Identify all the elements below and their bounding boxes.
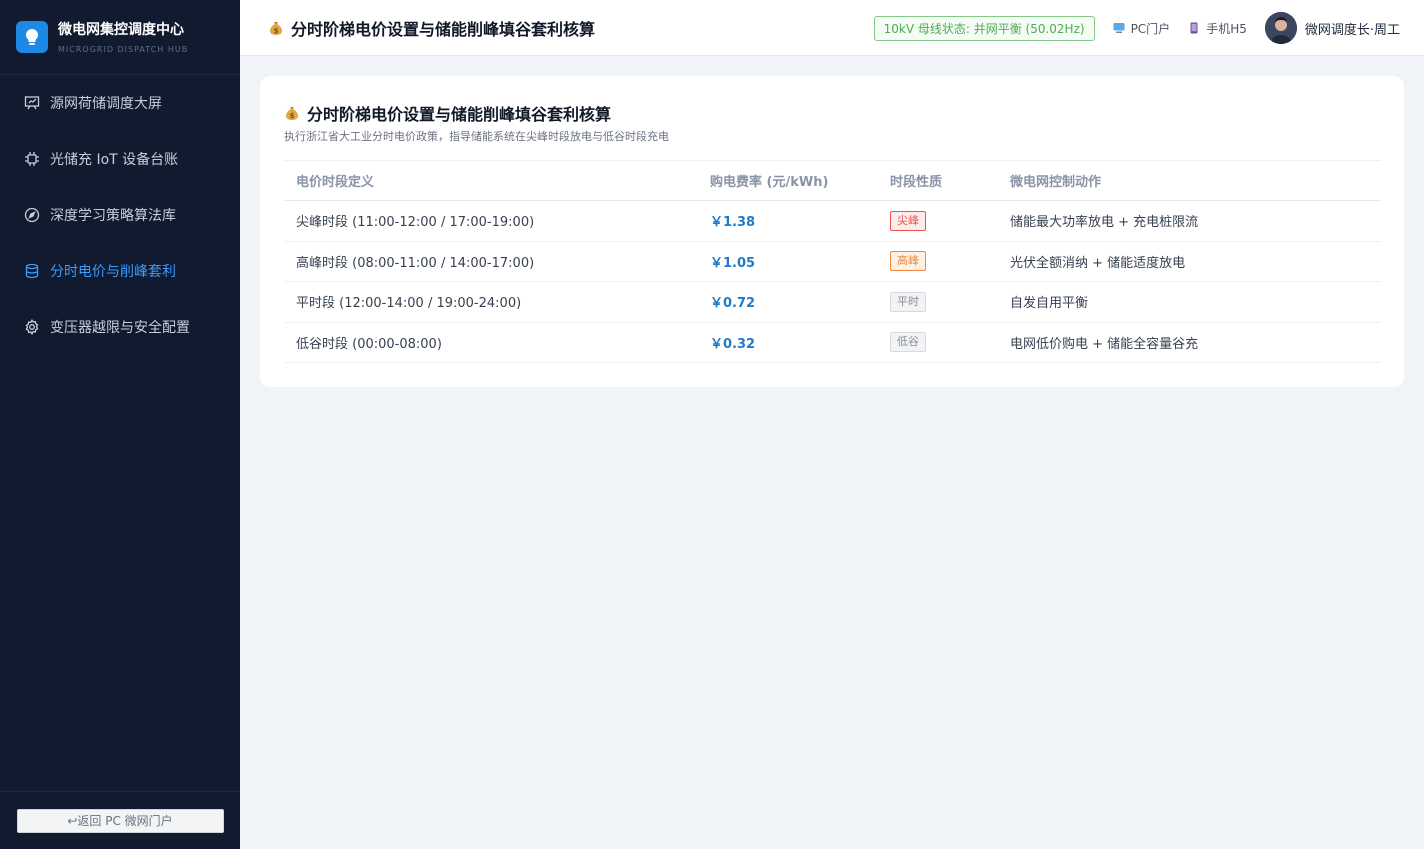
table-row: 高峰时段 (08:00-11:00 / 14:00-17:00) ￥1.05 高…: [284, 241, 1381, 282]
chip-icon: [24, 151, 40, 167]
sidebar-item-label: 变压器越限与安全配置: [50, 320, 190, 336]
action-cell: 自发自用平衡: [998, 281, 1381, 323]
presentation-board-icon: [24, 95, 40, 111]
avatar[interactable]: [1264, 12, 1297, 44]
nature-cell: 尖峰: [878, 200, 998, 242]
status-badge: 平时: [890, 291, 926, 312]
desktop-icon: [1113, 22, 1125, 34]
mobile-h5-link[interactable]: 手机H5: [1188, 20, 1247, 37]
table-header-row: 电价时段定义 购电费率 (元/kWh) 时段性质 微电网控制动作: [284, 160, 1381, 201]
column-header-price: 购电费率 (元/kWh): [698, 160, 878, 201]
column-header-period: 电价时段定义: [284, 160, 698, 201]
price-cell: ￥1.05: [698, 241, 878, 282]
brand: 微电网集控调度中心 MICROGRID DISPATCH HUB: [0, 0, 240, 75]
nature-cell: 平时: [878, 281, 998, 323]
period-cell: 高峰时段 (08:00-11:00 / 14:00-17:00): [284, 241, 698, 282]
action-cell: 光伏全额消纳 + 储能适度放电: [998, 241, 1381, 282]
bus-status-badge: 10kV 母线状态: 并网平衡 (50.02Hz): [873, 15, 1095, 41]
sidebar-item-label: 源网荷储调度大屏: [50, 96, 162, 112]
pc-portal-link[interactable]: PC门户: [1113, 20, 1171, 37]
sidebar-item-label: 分时电价与削峰套利: [50, 264, 176, 280]
action-cell: 储能最大功率放电 + 充电桩限流: [998, 200, 1381, 242]
back-to-portal-button[interactable]: ↩返回 PC 微网门户: [16, 808, 224, 833]
sidebar-item-iot-devices[interactable]: 光储充 IoT 设备台账: [0, 131, 240, 187]
status-badge: 低谷: [890, 332, 926, 353]
period-cell: 低谷时段 (00:00-08:00): [284, 322, 698, 363]
column-header-action: 微电网控制动作: [998, 160, 1381, 201]
action-cell: 电网低价购电 + 储能全容量谷充: [998, 322, 1381, 363]
user-name[interactable]: 微网调度长·周工: [1305, 19, 1400, 38]
top-header: $ 分时阶梯电价设置与储能削峰填谷套利核算 10kV 母线状态: 并网平衡 (5…: [240, 0, 1424, 56]
status-badge: 高峰: [890, 251, 926, 272]
money-bag-icon: $: [284, 105, 300, 121]
sidebar-item-label: 深度学习策略算法库: [50, 208, 176, 224]
lightbulb-icon: [16, 21, 48, 53]
mobile-h5-label: 手机H5: [1206, 21, 1247, 36]
price-cell: ￥0.32: [698, 322, 878, 363]
card-title: $ 分时阶梯电价设置与储能削峰填谷套利核算: [284, 102, 1380, 124]
brand-title: 微电网集控调度中心: [58, 21, 184, 38]
gear-icon: [24, 319, 40, 335]
card-title-text: 分时阶梯电价设置与储能削峰填谷套利核算: [307, 105, 612, 124]
sidebar-item-transformer-config[interactable]: 变压器越限与安全配置: [0, 299, 240, 355]
sidebar-item-algorithm-library[interactable]: 深度学习策略算法库: [0, 187, 240, 243]
mobile-phone-icon: [1188, 22, 1200, 34]
price-cell: ￥0.72: [698, 281, 878, 323]
period-cell: 尖峰时段 (11:00-12:00 / 17:00-19:00): [284, 200, 698, 242]
pc-portal-label: PC门户: [1130, 21, 1171, 36]
svg-text:$: $: [290, 112, 295, 120]
brand-subtitle: MICROGRID DISPATCH HUB: [58, 44, 189, 54]
period-cell: 平时段 (12:00-14:00 / 19:00-24:00): [284, 281, 698, 323]
sidebar-nav: 源网荷储调度大屏 光储充 IoT 设备台账 深度学习策略算法库 分时电价与削峰套…: [0, 75, 240, 355]
pricing-card: $ 分时阶梯电价设置与储能削峰填谷套利核算 执行浙江省大工业分时电价政策，指导储…: [260, 76, 1404, 387]
nature-cell: 低谷: [878, 322, 998, 363]
sidebar-item-label: 光储充 IoT 设备台账: [50, 152, 179, 168]
status-badge: 尖峰: [890, 210, 926, 231]
price-cell: ￥1.38: [698, 200, 878, 242]
page-title-text: 分时阶梯电价设置与储能削峰填谷套利核算: [291, 19, 596, 39]
table-row: 平时段 (12:00-14:00 / 19:00-24:00) ￥0.72 平时…: [284, 281, 1381, 323]
money-bag-icon: $: [268, 20, 284, 36]
sidebar-item-tou-pricing[interactable]: 分时电价与削峰套利: [0, 243, 240, 299]
tou-price-table: 电价时段定义 购电费率 (元/kWh) 时段性质 微电网控制动作 尖峰时段 (1…: [284, 160, 1381, 363]
sidebar-footer: ↩返回 PC 微网门户: [0, 791, 240, 849]
column-header-nature: 时段性质: [878, 160, 998, 201]
compass-icon: [24, 207, 40, 223]
page-title: $ 分时阶梯电价设置与储能削峰填谷套利核算: [268, 16, 595, 40]
table-row: 尖峰时段 (11:00-12:00 / 17:00-19:00) ￥1.38 尖…: [284, 200, 1381, 242]
card-description: 执行浙江省大工业分时电价政策，指导储能系统在尖峰时段放电与低谷时段充电: [284, 130, 669, 143]
svg-text:$: $: [274, 27, 279, 35]
nature-cell: 高峰: [878, 241, 998, 282]
database-icon: [24, 263, 40, 279]
sidebar: 微电网集控调度中心 MICROGRID DISPATCH HUB 源网荷储调度大…: [0, 0, 240, 849]
sidebar-item-dispatch-screen[interactable]: 源网荷储调度大屏: [0, 75, 240, 131]
header-right: 10kV 母线状态: 并网平衡 (50.02Hz) PC门户 手机H5 微网调度…: [873, 0, 1400, 56]
table-row: 低谷时段 (00:00-08:00) ￥0.32 低谷 电网低价购电 + 储能全…: [284, 322, 1381, 363]
